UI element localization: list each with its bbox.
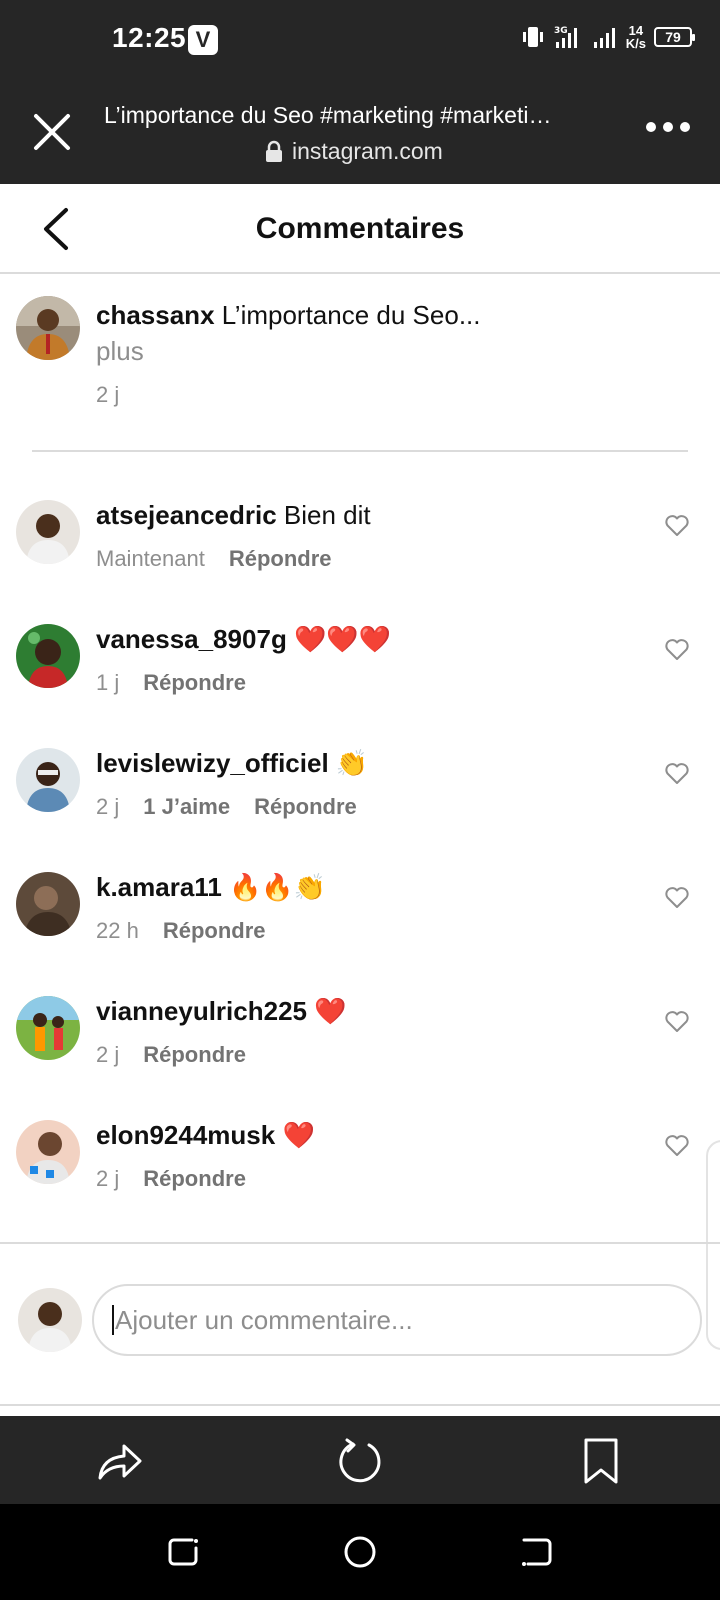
comment-time: 1 j: [96, 670, 120, 695]
divider: [32, 450, 688, 452]
avatar: [18, 1288, 82, 1352]
reply-button[interactable]: Répondre: [143, 670, 246, 696]
bookmark-icon[interactable]: [576, 1436, 626, 1486]
avatar[interactable]: [16, 748, 80, 812]
comment-username[interactable]: elon9244musk: [96, 1120, 275, 1150]
caption-text: chassanx L’importance du Seo...: [96, 300, 480, 331]
caption-more-link[interactable]: plus: [96, 336, 144, 367]
comment-body: 👏: [335, 748, 369, 778]
reply-button[interactable]: Répondre: [254, 794, 357, 820]
home-icon[interactable]: [342, 1534, 378, 1570]
status-icons: 3G 14 K/s 79: [520, 24, 695, 50]
comment-composer: Ajouter un commentaire...: [0, 1244, 720, 1404]
comment-body: 🔥🔥👏: [229, 872, 327, 902]
comment-meta: 1 j Répondre: [96, 670, 246, 696]
close-icon[interactable]: [30, 110, 74, 154]
comment-text: vianneyulrich225 ❤️: [96, 996, 347, 1027]
heart-outline-icon[interactable]: [664, 1010, 690, 1034]
post-caption: chassanx L’importance du Seo... plus 2 j: [0, 274, 720, 452]
comment-item: k.amara11 🔥🔥👏 22 h Répondre: [0, 872, 720, 996]
network-speed-unit: K/s: [625, 36, 646, 51]
divider: [0, 1404, 720, 1406]
heart-outline-icon[interactable]: [664, 514, 690, 538]
comment-meta: 2 j 1 J’aime Répondre: [96, 794, 357, 820]
comment-text: levislewizy_officiel 👏: [96, 748, 368, 779]
avatar[interactable]: [16, 624, 80, 688]
lock-icon: [266, 140, 282, 162]
share-icon[interactable]: [94, 1436, 144, 1486]
comment-meta: 2 j Répondre: [96, 1166, 246, 1192]
comment-username[interactable]: vianneyulrich225: [96, 996, 307, 1026]
more-icon[interactable]: [646, 122, 690, 132]
heart-outline-icon[interactable]: [664, 762, 690, 786]
comment-meta: Maintenant Répondre: [96, 546, 332, 572]
network-speed: 14 K/s: [626, 24, 646, 50]
url-text: instagram.com: [292, 138, 443, 164]
comment-time: 2 j: [96, 1042, 120, 1067]
comment-item: levislewizy_officiel 👏 2 j 1 J’aime Répo…: [0, 748, 720, 872]
browser-toolbar: [0, 1416, 720, 1504]
heart-outline-icon[interactable]: [664, 638, 690, 662]
comment-body: ❤️: [282, 1120, 315, 1150]
comment-username[interactable]: vanessa_8907g: [96, 624, 287, 654]
signal-icon-sim2: [593, 28, 615, 48]
comment-username[interactable]: levislewizy_officiel: [96, 748, 329, 778]
url-display[interactable]: instagram.com: [264, 138, 443, 165]
comments-header: Commentaires: [0, 184, 720, 274]
comment-time: 2 j: [96, 1166, 120, 1191]
heart-outline-icon[interactable]: [664, 886, 690, 910]
comment-text: elon9244musk ❤️: [96, 1120, 315, 1151]
page-heading: Commentaires: [255, 212, 465, 245]
comment-username[interactable]: atsejeancedric: [96, 500, 277, 530]
avatar[interactable]: [16, 296, 80, 360]
caption-username[interactable]: chassanx: [96, 300, 215, 330]
caption-timestamp: 2 j: [96, 382, 120, 407]
comment-item: elon9244musk ❤️ 2 j Répondre: [0, 1120, 720, 1244]
comment-item: vanessa_8907g ❤️❤️❤️ 1 j Répondre: [0, 624, 720, 748]
comment-body: ❤️: [314, 996, 347, 1026]
reply-button[interactable]: Répondre: [229, 546, 332, 572]
status-time: 12:25: [112, 22, 187, 53]
comment-meta: 22 h Répondre: [96, 918, 266, 944]
refresh-icon[interactable]: [335, 1436, 385, 1486]
reply-button[interactable]: Répondre: [163, 918, 266, 944]
svg-text:3G: 3G: [554, 26, 568, 36]
comment-text: vanessa_8907g ❤️❤️❤️: [96, 624, 391, 655]
recents-icon[interactable]: [166, 1534, 202, 1570]
comment-body: Bien dit: [283, 500, 371, 530]
avatar[interactable]: [16, 500, 80, 564]
comment-username[interactable]: k.amara11: [96, 872, 222, 902]
signal-icon-sim1: 3G: [554, 26, 577, 48]
status-bar: 12:25 V 3G 14 K/s 79: [0, 0, 720, 82]
comment-item: atsejeancedric Bien dit Maintenant Répon…: [0, 500, 720, 624]
browser-bar: L’importance du Seo #marketing #marketi……: [0, 82, 720, 184]
comment-time: 2 j: [96, 794, 120, 819]
comment-meta: 2 j Répondre: [96, 1042, 246, 1068]
page-title: L’importance du Seo #marketing #marketi…: [104, 102, 552, 128]
comment-item: vianneyulrich225 ❤️ 2 j Répondre: [0, 996, 720, 1120]
comment-time: Maintenant: [96, 546, 205, 571]
back-icon[interactable]: [518, 1534, 554, 1570]
vibrate-icon: [522, 27, 543, 47]
battery-icon: 79: [654, 27, 695, 47]
likes-count[interactable]: 1 J’aime: [143, 794, 230, 820]
comment-time: 22 h: [96, 918, 139, 943]
comment-input[interactable]: Ajouter un commentaire...: [92, 1284, 702, 1356]
avatar[interactable]: [16, 872, 80, 936]
comment-text: k.amara11 🔥🔥👏: [96, 872, 326, 903]
system-nav-bar: [0, 1504, 720, 1600]
avatar[interactable]: [16, 996, 80, 1060]
reply-button[interactable]: Répondre: [143, 1042, 246, 1068]
comment-body: ❤️❤️❤️: [294, 624, 392, 654]
reply-button[interactable]: Répondre: [143, 1166, 246, 1192]
text-caret: [112, 1305, 114, 1335]
avatar[interactable]: [16, 1120, 80, 1184]
notification-app-badge: V: [188, 25, 218, 55]
heart-outline-icon[interactable]: [664, 1134, 690, 1158]
comment-text: atsejeancedric Bien dit: [96, 500, 371, 531]
caption-body: L’importance du Seo...: [221, 300, 481, 330]
comment-input-placeholder: Ajouter un commentaire...: [115, 1305, 413, 1335]
